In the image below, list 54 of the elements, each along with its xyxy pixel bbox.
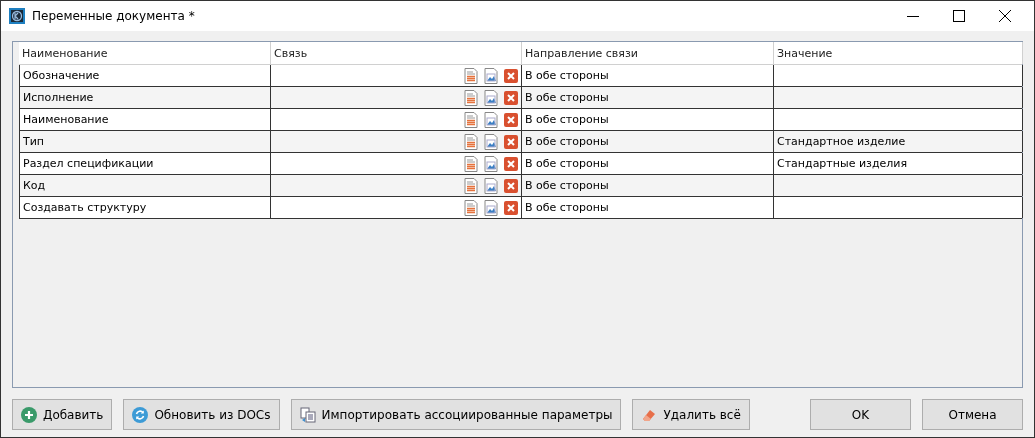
column-header[interactable]: Направление связи xyxy=(522,42,774,64)
image-icon[interactable] xyxy=(484,89,498,106)
window-title: Переменные документа * xyxy=(32,9,195,23)
table-cell: Стандартные изделия xyxy=(774,153,1023,174)
document-icon[interactable] xyxy=(464,177,478,194)
toolbar-button[interactable]: Обновить из DOCs xyxy=(123,399,280,430)
dialog-button[interactable]: OK xyxy=(810,399,911,430)
document-icon[interactable] xyxy=(464,111,478,128)
toolbar-button[interactable]: Импортировать ассоциированные параметры xyxy=(290,399,622,430)
delete-icon[interactable] xyxy=(504,134,518,149)
table-cell: Наименование xyxy=(19,109,271,130)
image-icon[interactable] xyxy=(484,67,498,84)
plus-icon xyxy=(21,406,37,423)
table-cell: В обе стороны xyxy=(522,87,774,108)
delete-icon[interactable] xyxy=(504,156,518,171)
image-icon[interactable] xyxy=(484,177,498,194)
delete-icon[interactable] xyxy=(504,178,518,193)
column-header[interactable]: Связь xyxy=(271,42,522,64)
delete-icon[interactable] xyxy=(504,68,518,83)
image-icon[interactable] xyxy=(484,199,498,216)
table-cell: В обе стороны xyxy=(522,197,774,218)
maximize-icon[interactable] xyxy=(953,10,965,22)
delete-icon[interactable] xyxy=(504,200,518,215)
table-cell: Обозначение xyxy=(19,65,271,86)
document-icon[interactable] xyxy=(464,155,478,172)
table-cell: Стандартное изделие xyxy=(774,131,1023,152)
documents-icon xyxy=(299,406,316,423)
table-cell: Тип xyxy=(19,131,271,152)
delete-icon[interactable] xyxy=(504,112,518,127)
table-cell: Исполнение xyxy=(19,87,271,108)
image-icon[interactable] xyxy=(484,155,498,172)
document-icon[interactable] xyxy=(464,199,478,216)
table-cell: Создавать структуру xyxy=(19,197,271,218)
column-header[interactable]: Наименование xyxy=(19,42,271,64)
table-cell: В обе стороны xyxy=(522,65,774,86)
document-icon[interactable] xyxy=(464,133,478,150)
document-icon[interactable] xyxy=(464,67,478,84)
toolbar-button[interactable]: Добавить xyxy=(12,399,113,430)
table-cell: Раздел спецификации xyxy=(19,153,271,174)
table-cell: Код xyxy=(19,175,271,196)
image-icon[interactable] xyxy=(484,111,498,128)
app-icon xyxy=(9,8,25,24)
table-cell: В обе стороны xyxy=(522,131,774,152)
column-header[interactable]: Значение xyxy=(774,42,1023,64)
table-cell: В обе стороны xyxy=(522,109,774,130)
image-icon[interactable] xyxy=(484,133,498,150)
close-icon[interactable] xyxy=(999,10,1011,22)
table-cell: В обе стороны xyxy=(522,153,774,174)
document-icon[interactable] xyxy=(464,89,478,106)
dialog-button[interactable]: Отмена xyxy=(922,399,1023,430)
toolbar-button[interactable]: Удалить всё xyxy=(632,399,750,430)
table-cell: В обе стороны xyxy=(522,175,774,196)
refresh-icon xyxy=(132,406,149,423)
delete-icon[interactable] xyxy=(504,90,518,105)
